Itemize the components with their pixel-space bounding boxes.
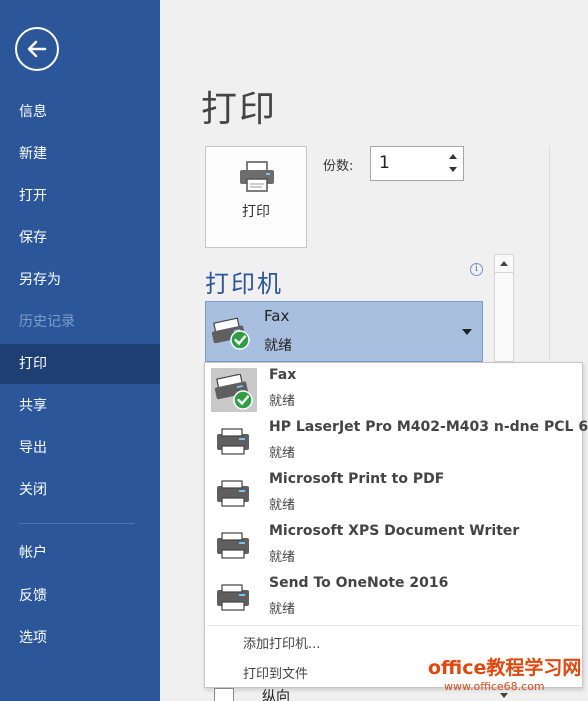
selected-printer-name: Fax [264, 307, 290, 325]
chevron-down-icon[interactable] [462, 329, 472, 335]
spin-up-icon[interactable] [447, 151, 459, 163]
printer-option-status: 就绪 [269, 550, 296, 565]
printer-option-name: Fax [269, 367, 297, 383]
orientation-value[interactable]: 纵向 [262, 686, 290, 701]
backstage-sidebar: 信息 新建 打开 保存 另存为 历史记录 打印 共享 导出 关闭 帐户 反馈 选… [0, 0, 160, 701]
print-button-label: 打印 [242, 204, 270, 220]
printer-option-name: Microsoft Print to PDF [269, 471, 445, 487]
sidebar-item-print[interactable]: 打印 [0, 344, 160, 384]
sidebar-item-export[interactable]: 导出 [0, 428, 160, 468]
add-printer-link[interactable]: 添加打印机... [243, 633, 320, 652]
watermark-url: www.office68.com [444, 680, 545, 693]
sidebar-item-new[interactable]: 新建 [0, 134, 160, 174]
page-orientation-icon [214, 688, 234, 701]
sidebar-divider [19, 523, 134, 524]
selected-printer-status: 就绪 [264, 338, 292, 354]
printer-option-name: Microsoft XPS Document Writer [269, 523, 520, 539]
printer-option-status: 就绪 [269, 498, 296, 513]
column-divider [549, 146, 550, 391]
printer-option-name: Send To OneNote 2016 [269, 575, 449, 591]
printer-option-pdf[interactable]: Microsoft Print to PDF 就绪 [205, 467, 582, 519]
copies-label: 份数: [323, 159, 354, 174]
printer-option-status: 就绪 [269, 394, 296, 409]
copies-stepper[interactable]: 1 [370, 146, 464, 181]
printer-dropdown: Fax 就绪 HP LaserJet Pro M402-M403 n-dne P… [204, 362, 588, 688]
printer-heading: 打印机 [205, 270, 283, 298]
fax-icon [210, 316, 254, 354]
copies-value[interactable]: 1 [379, 153, 390, 173]
spin-down-icon[interactable] [447, 164, 459, 176]
scroll-up-icon[interactable] [495, 255, 513, 273]
printer-select[interactable]: Fax 就绪 [205, 301, 483, 362]
printer-icon [211, 472, 257, 516]
printer-option-status: 就绪 [269, 446, 296, 461]
sidebar-item-open[interactable]: 打开 [0, 176, 160, 216]
sidebar-item-save[interactable]: 保存 [0, 218, 160, 258]
sidebar-item-history: 历史记录 [19, 314, 75, 330]
arrow-left-icon [27, 40, 47, 58]
fax-icon [211, 368, 257, 412]
print-to-file-option[interactable]: 打印到文件 [243, 663, 308, 682]
page-title: 打印 [201, 89, 278, 130]
printer-icon [240, 161, 274, 192]
sidebar-item-account[interactable]: 帐户 [0, 533, 160, 573]
printer-option-fax[interactable]: Fax 就绪 [205, 363, 582, 415]
printer-option-onenote[interactable]: Send To OneNote 2016 就绪 [205, 571, 582, 623]
dropdown-divider [207, 625, 580, 626]
back-button[interactable] [15, 27, 59, 71]
sidebar-item-share[interactable]: 共享 [0, 386, 160, 426]
printer-icon [211, 576, 257, 620]
print-button[interactable]: 打印 [205, 146, 307, 248]
printer-option-xps[interactable]: Microsoft XPS Document Writer 就绪 [205, 519, 582, 571]
printer-icon [211, 420, 257, 464]
printer-option-name: HP LaserJet Pro M402-M403 n-dne PCL 6 [269, 419, 588, 435]
settings-scrollbar[interactable] [494, 254, 514, 362]
sidebar-item-feedback[interactable]: 反馈 [0, 576, 160, 616]
sidebar-item-options[interactable]: 选项 [0, 618, 160, 658]
info-icon[interactable]: i [470, 263, 483, 276]
sidebar-item-save-as[interactable]: 另存为 [0, 260, 160, 300]
watermark-title: office教程学习网 [428, 657, 582, 679]
sidebar-item-close[interactable]: 关闭 [0, 470, 160, 510]
printer-option-status: 就绪 [269, 602, 296, 617]
sidebar-item-info[interactable]: 信息 [0, 92, 160, 132]
printer-option-hp[interactable]: HP LaserJet Pro M402-M403 n-dne PCL 6 就绪 [205, 415, 588, 467]
printer-icon [211, 524, 257, 568]
